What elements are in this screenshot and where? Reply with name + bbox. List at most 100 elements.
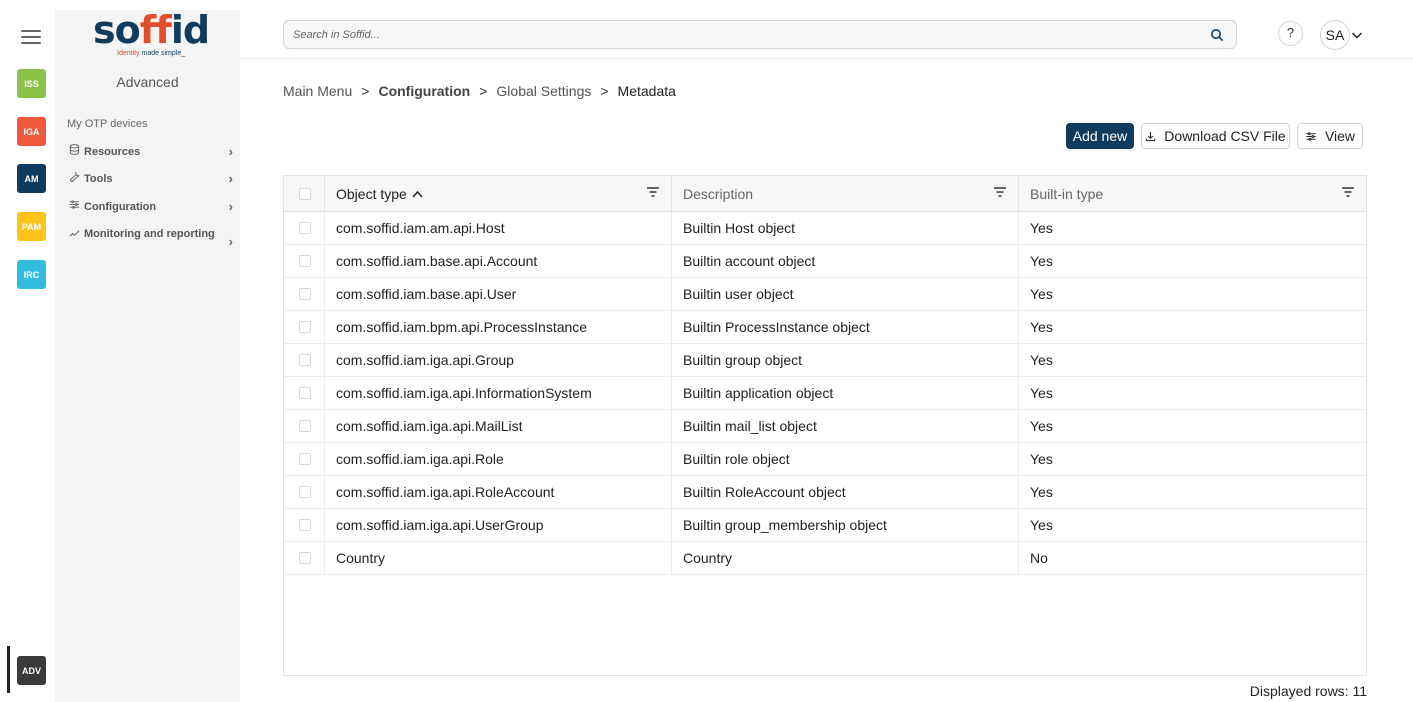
app-am-button[interactable]: AM [17,164,46,193]
cell-built-in-type: Yes [1030,385,1053,401]
table-row[interactable]: com.soffid.iam.iga.api.MailList Builtin m… [284,410,1366,443]
chevron-down-icon[interactable] [1350,28,1364,42]
app-adv-button[interactable]: ADV [17,656,46,685]
cell-object-type: com.soffid.iam.bpm.api.ProcessInstance [336,319,588,335]
breadcrumb-metadata: Metadata [617,83,676,99]
table-body: com.soffid.iam.am.api.Host Builtin Host o… [284,212,1366,575]
column-header-object-type[interactable]: Object type [325,176,672,211]
cell-object-type: Country [336,550,386,566]
row-checkbox[interactable] [299,222,311,234]
breadcrumb-main-menu[interactable]: Main Menu [283,83,352,99]
sliders-icon [1305,131,1317,142]
sidebar-title: Advanced [116,74,179,90]
table-row[interactable]: com.soffid.iam.iga.api.Group Builtin grou… [284,344,1366,377]
sidebar-item-tools[interactable]: Tools › [67,171,233,187]
row-checkbox[interactable] [299,486,311,498]
cell-description: Builtin RoleAccount object [683,484,846,500]
breadcrumb: Main Menu > Configuration > Global Settings >… [283,83,676,99]
row-checkbox[interactable] [299,354,311,366]
row-checkbox[interactable] [299,519,311,531]
active-app-indicator [7,646,10,693]
cell-description: Builtin Host object [683,220,796,236]
download-csv-button[interactable]: Download CSV File [1141,123,1290,149]
column-header-built-in-type[interactable]: Built-in type [1019,176,1366,211]
table-row[interactable]: com.soffid.iam.iga.api.RoleAccount Builti… [284,476,1366,509]
chevron-right-icon: › [228,171,233,186]
displayed-rows-count: Displayed rows: 11 [1249,683,1367,699]
table-row[interactable]: com.soffid.iam.am.api.Host Builtin Host o… [284,212,1366,245]
cell-description: Builtin mail_list object [683,418,817,434]
cell-description: Builtin account object [683,253,816,269]
user-avatar[interactable]: SA [1320,20,1350,50]
sort-ascending-icon [412,190,423,198]
view-button[interactable]: View [1297,123,1363,149]
cell-object-type: com.soffid.iam.iga.api.Role [336,451,504,467]
chart-line-icon [67,228,81,239]
cell-built-in-type: Yes [1030,418,1053,434]
select-all-checkbox[interactable] [299,187,311,200]
table-row[interactable]: com.soffid.iam.iga.api.UserGroup Builtin … [284,509,1366,542]
cell-built-in-type: Yes [1030,286,1053,302]
cell-description: Builtin group_membership object [683,517,887,533]
help-button[interactable]: ? [1278,21,1303,46]
cell-built-in-type: Yes [1030,352,1053,368]
breadcrumb-configuration[interactable]: Configuration [378,83,470,99]
row-checkbox[interactable] [299,453,311,465]
cell-object-type: com.soffid.iam.iga.api.InformationSystem [336,385,592,401]
cell-object-type: com.soffid.iam.base.api.Account [336,253,538,269]
sidebar-link-otp-devices[interactable]: My OTP devices [67,118,148,130]
breadcrumb-global-settings[interactable]: Global Settings [496,83,591,99]
filter-icon[interactable] [993,186,1007,198]
cell-object-type: com.soffid.iam.base.api.User [336,286,517,302]
cell-built-in-type: Yes [1030,253,1053,269]
cell-object-type: com.soffid.iam.iga.api.RoleAccount [336,484,555,500]
cell-description: Builtin role object [683,451,790,467]
chevron-right-icon: › [228,199,233,214]
chevron-right-icon: › [228,144,233,159]
cell-built-in-type: Yes [1030,319,1053,335]
filter-icon[interactable] [1341,186,1355,198]
chevron-right-icon: › [228,234,233,249]
filter-icon[interactable] [646,186,660,198]
column-header-description[interactable]: Description [672,176,1019,211]
hamburger-menu-icon[interactable] [21,30,41,44]
table-row[interactable]: com.soffid.iam.iga.api.Role Builtin role … [284,443,1366,476]
cell-description: Builtin group object [683,352,803,368]
cell-description: Builtin application object [683,385,834,401]
soffid-logo[interactable]: soffid Identity made simple_ [93,8,210,60]
table-row[interactable]: com.soffid.iam.base.api.Account Builtin a… [284,245,1366,278]
row-checkbox[interactable] [299,387,311,399]
row-checkbox[interactable] [299,420,311,432]
sidebar: soffid Identity made simple_ Advanced My… [55,8,240,702]
metadata-table: Object type Description Built-in type co… [283,175,1367,676]
app-rail: ISS IGA AM PAM IRC ADV [0,0,55,702]
search-bar [283,20,1237,49]
table-row[interactable]: com.soffid.iam.iga.api.InformationSystem… [284,377,1366,410]
app-pam-button[interactable]: PAM [17,212,46,241]
wrench-icon [67,171,81,182]
search-icon[interactable] [1210,28,1224,42]
app-iss-button[interactable]: ISS [17,69,46,98]
sidebar-item-configuration[interactable]: Configuration › [67,199,233,215]
cell-built-in-type: Yes [1030,451,1053,467]
cell-built-in-type: Yes [1030,517,1053,533]
row-checkbox[interactable] [299,288,311,300]
search-input[interactable] [284,21,1164,48]
database-icon [67,144,81,155]
app-iga-button[interactable]: IGA [17,117,46,146]
table-row[interactable]: Country Country No [284,542,1366,575]
download-icon [1145,131,1156,142]
cell-description: Builtin user object [683,286,794,302]
cell-description: Country [683,550,733,566]
sidebar-item-resources[interactable]: Resources › [67,144,233,160]
row-checkbox[interactable] [299,552,311,564]
sidebar-item-monitoring[interactable]: Monitoring and reporting › [67,226,233,249]
table-row[interactable]: com.soffid.iam.bpm.api.ProcessInstance Bu… [284,311,1366,344]
row-checkbox[interactable] [299,321,311,333]
cell-built-in-type: Yes [1030,220,1053,236]
table-row[interactable]: com.soffid.iam.base.api.User Builtin user… [284,278,1366,311]
sliders-icon [67,199,81,210]
row-checkbox[interactable] [299,255,311,267]
app-irc-button[interactable]: IRC [17,260,46,289]
add-new-button[interactable]: Add new [1066,123,1134,149]
